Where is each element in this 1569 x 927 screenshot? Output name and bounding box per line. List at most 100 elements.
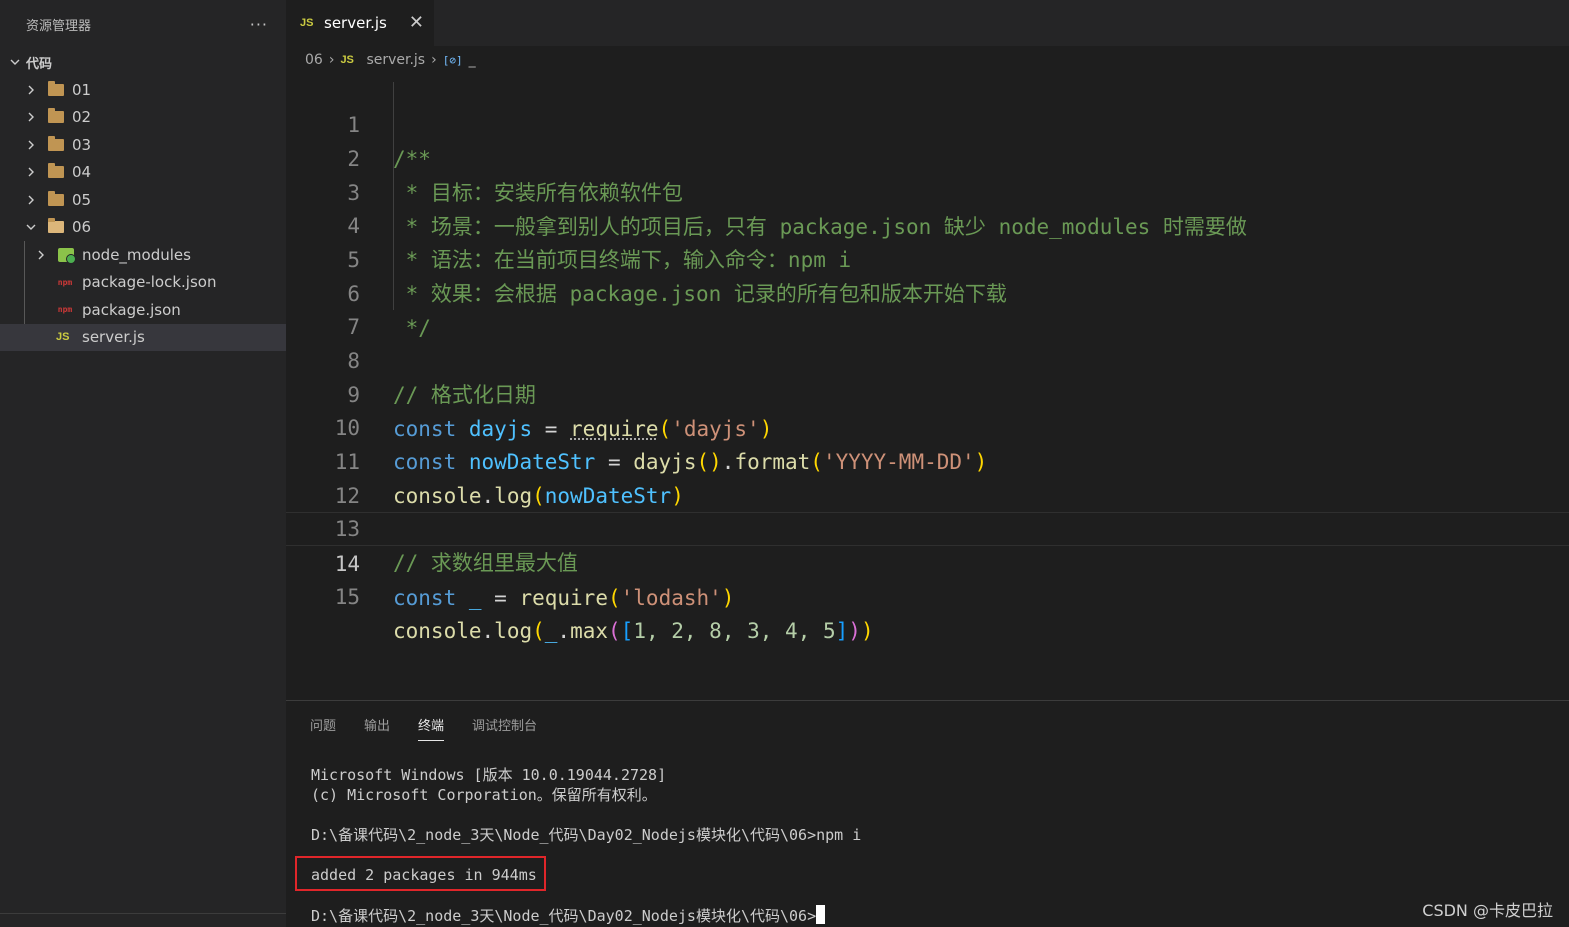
- tree-folder-02[interactable]: 02: [0, 104, 286, 132]
- breadcrumb: 06 › JS server.js › [⊘] _: [286, 46, 1569, 74]
- code-bracket: ): [721, 586, 735, 610]
- chevron-right-icon: [24, 166, 38, 178]
- tree-file-server-js[interactable]: JS server.js: [0, 323, 286, 351]
- code-function: max: [570, 619, 609, 643]
- code-line: 13 // 求数组里最大值: [286, 478, 1569, 575]
- terminal-prompt[interactable]: D:\备课代码\2_node_3天\Node_代码\Day02_Nodejs模块…: [311, 905, 826, 926]
- terminal-line-highlighted: added 2 packages in 944ms: [311, 866, 537, 884]
- code-array-values: 1, 2, 8, 3, 4, 5: [633, 619, 836, 643]
- tree-folder-01[interactable]: 01: [0, 76, 286, 104]
- tab-problems[interactable]: 问题: [310, 715, 336, 741]
- tab-terminal[interactable]: 终端: [418, 715, 445, 741]
- panel-tabs: 问题 输出 终端 调试控制台: [310, 715, 537, 741]
- js-file-icon: JS: [56, 331, 70, 344]
- folder-icon: [48, 135, 64, 151]
- tree-folder-06[interactable]: 06: [0, 214, 286, 242]
- tree-item-label: package-lock.json: [82, 273, 217, 292]
- code-keyword: const: [393, 586, 457, 610]
- tree-folder-label: 01: [72, 80, 92, 99]
- tree-folder-label: 06: [72, 218, 92, 237]
- tab-output[interactable]: 输出: [364, 715, 390, 741]
- code-content: const _ = require('lodash'): [393, 581, 734, 615]
- tree-file-package-lock[interactable]: npm package-lock.json: [0, 269, 286, 297]
- code-line: 15 console.log(_.max([1, 2, 8, 3, 4, 5])…: [286, 546, 1569, 643]
- chevron-right-icon: [24, 84, 38, 96]
- npm-json-icon: npm: [57, 277, 73, 287]
- bottom-panel: 问题 输出 终端 调试控制台 Microsoft Windows [版本 10.…: [286, 700, 1569, 927]
- folder-06-children: node_modules npm package-lock.json npm p…: [0, 241, 286, 351]
- chevron-right-icon: [34, 249, 48, 261]
- chevron-down-icon: [8, 56, 22, 68]
- code-line: 12: [286, 445, 1569, 508]
- code-line: 5 * 效果：会根据 package.json 记录的所有包和版本开始下载: [286, 209, 1569, 306]
- code-dot: .: [481, 619, 495, 643]
- terminal-line: Microsoft Windows [版本 10.0.19044.2728]: [311, 766, 667, 784]
- tree-root-label: 代码: [26, 56, 53, 72]
- editor-tab-bar: JS server.js ✕: [286, 0, 1569, 46]
- breadcrumb-file[interactable]: server.js: [366, 52, 425, 68]
- chevron-right-icon: [24, 111, 38, 123]
- tree-root-folder[interactable]: 代码: [0, 48, 286, 76]
- explorer-title: 资源管理器: [26, 18, 92, 34]
- code-variable: _: [544, 619, 558, 643]
- code-line: 7: [286, 276, 1569, 339]
- more-actions-icon[interactable]: ···: [250, 15, 268, 34]
- code-function: log: [494, 619, 533, 643]
- breadcrumb-folder[interactable]: 06: [305, 52, 323, 68]
- tab-debug-console[interactable]: 调试控制台: [472, 715, 537, 741]
- explorer-sidebar: 资源管理器 ··· 代码 01 02 03 04 05 06 node_modu…: [0, 0, 286, 927]
- code-content: console.log(_.max([1, 2, 8, 3, 4, 5])): [393, 614, 874, 648]
- tree-item-label: node_modules: [82, 245, 191, 264]
- terminal-line: D:\备课代码\2_node_3天\Node_代码\Day02_Nodejs模块…: [311, 826, 862, 844]
- code-function: require: [519, 586, 608, 610]
- code-variable: _: [468, 586, 482, 610]
- explorer-header: 资源管理器 ···: [0, 0, 286, 48]
- folder-icon: [48, 108, 64, 124]
- tree-folder-05[interactable]: 05: [0, 186, 286, 214]
- npm-json-icon: npm: [57, 305, 73, 315]
- js-file-icon: JS: [340, 54, 354, 66]
- variable-symbol-icon: [⊘]: [442, 53, 463, 67]
- tree-folder-node-modules[interactable]: node_modules: [0, 241, 286, 269]
- tree-folder-04[interactable]: 04: [0, 159, 286, 187]
- code-bracket: (: [532, 619, 545, 643]
- folder-icon: [48, 80, 64, 96]
- code-line: 4 * 语法：在当前项目终端下，输入命令：npm i: [286, 175, 1569, 272]
- code-string: 'lodash': [620, 586, 722, 610]
- tree-item-label: server.js: [82, 328, 145, 347]
- chevron-right-icon: ›: [328, 52, 335, 68]
- tree-folder-label: 02: [72, 108, 92, 127]
- chevron-right-icon: [24, 139, 38, 151]
- outline-section-header[interactable]: [0, 913, 286, 927]
- tree-folder-03[interactable]: 03: [0, 131, 286, 159]
- terminal-line: (c) Microsoft Corporation。保留所有权利。: [311, 786, 657, 804]
- code-line: 8 // 格式化日期: [286, 310, 1569, 407]
- js-file-icon: JS: [300, 17, 314, 29]
- code-line: 11 console.log(nowDateStr): [286, 411, 1569, 508]
- folder-open-icon: [48, 218, 64, 234]
- tab-label: server.js: [324, 14, 387, 32]
- code-bracket: ): [860, 619, 874, 643]
- code-bracket: ): [848, 619, 861, 643]
- breadcrumb-symbol[interactable]: _: [469, 52, 476, 68]
- chevron-right-icon: [24, 194, 38, 206]
- folder-icon: [48, 163, 64, 179]
- node-modules-folder-icon: [58, 247, 76, 264]
- code-object: console: [393, 619, 482, 643]
- code-bracket: ]: [835, 619, 849, 643]
- folder-icon: [48, 190, 64, 206]
- close-icon[interactable]: ✕: [409, 12, 424, 33]
- code-line-current: 14 const _ = require('lodash'): [286, 512, 1569, 610]
- code-line: 1 /**: [286, 74, 1569, 171]
- chevron-right-icon: ›: [431, 52, 437, 68]
- tree-item-label: package.json: [82, 300, 181, 319]
- code-line: 2 * 目标：安装所有依赖软件包: [286, 108, 1569, 205]
- code-line: 10 const nowDateStr = dayjs().format('YY…: [286, 377, 1569, 474]
- code-operator: =: [481, 586, 520, 610]
- code-editor[interactable]: 1 /** 2 * 目标：安装所有依赖软件包 3 * 场景：一般拿到别人的项目后…: [286, 74, 1569, 700]
- code-bracket: (: [608, 619, 621, 643]
- tree-folder-label: 05: [72, 190, 92, 209]
- code-line: 6 */: [286, 243, 1569, 340]
- tab-server-js[interactable]: JS server.js ✕: [286, 0, 434, 46]
- tree-file-package[interactable]: npm package.json: [0, 296, 286, 324]
